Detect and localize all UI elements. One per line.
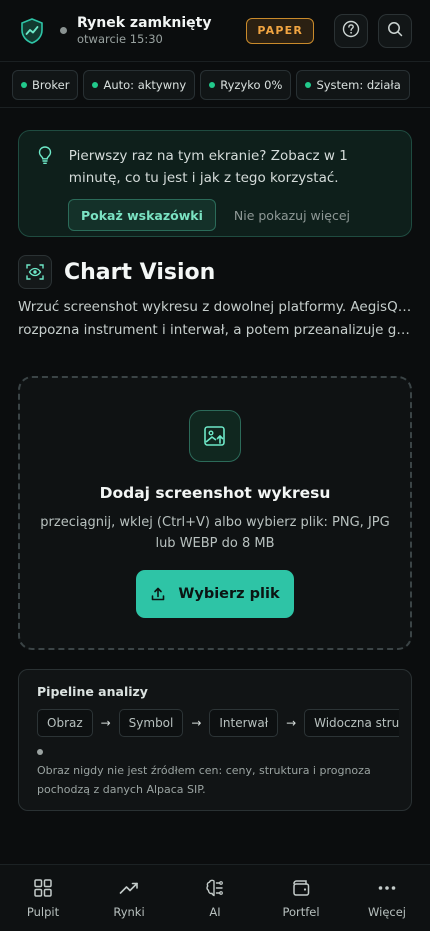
pipeline-step: Interwał [209, 709, 279, 737]
lightbulb-icon [37, 145, 55, 189]
chip-broker[interactable]: Broker [12, 69, 79, 100]
choose-file-button[interactable]: Wybierz plik [136, 570, 294, 618]
onboarding-tip-card: Pierwszy raz na tym ekranie? Zobacz w 1 … [18, 130, 412, 237]
market-open-time: otwarcie 15:30 [77, 31, 163, 46]
eye-scan-icon [18, 255, 52, 289]
pipeline-step: Obraz [37, 709, 93, 737]
scroll-indicator-dot [37, 749, 43, 755]
status-dot [209, 81, 216, 88]
tip-text: Pierwszy raz na tym ekranie? Zobacz w 1 … [68, 148, 348, 186]
nav-item-ai[interactable]: AI [172, 865, 258, 931]
screenshot-dropzone[interactable]: Dodaj screenshot wykresu przeciągnij, wk… [18, 376, 412, 650]
page-title: Chart Vision [64, 259, 216, 285]
brain-icon [206, 879, 223, 897]
arrow-right-icon: → [100, 716, 111, 730]
nav-item-rynki[interactable]: Rynki [86, 865, 172, 931]
search-icon [386, 20, 404, 42]
nav-label: Pulpit [26, 905, 60, 919]
more-icon [378, 886, 396, 890]
pipeline-step: Symbol [118, 709, 184, 737]
bottom-navigation: Pulpit Rynki AI Portfel Więcej [0, 864, 430, 931]
upload-icon [152, 587, 165, 601]
chip-label: Broker [32, 77, 70, 92]
pipeline-note: Obraz nigdy nie jest źródłem cen: ceny, … [37, 764, 371, 796]
page-description: Wrzuć screenshot wykresu z dowolnej plat… [18, 296, 416, 342]
status-dot [21, 81, 27, 88]
nav-item-wiecej[interactable]: Więcej [344, 865, 430, 931]
pipeline-steps[interactable]: Obraz → Symbol → Interwał → Widoczna str… [37, 709, 399, 737]
description-line: rozpozna instrument i interwał, a potem … [18, 322, 416, 338]
paper-mode-badge[interactable]: PAPER [246, 17, 314, 44]
nav-item-portfel[interactable]: Portfel [258, 865, 344, 931]
chip-risk[interactable]: Ryzyko 0% [200, 69, 292, 100]
search-button[interactable] [378, 13, 412, 48]
wallet-icon [293, 880, 310, 896]
chip-system[interactable]: System: działa [296, 69, 410, 100]
status-dot [92, 81, 99, 88]
top-bar: Rynek zamknięty otwarcie 15:30 PAPER [0, 0, 430, 62]
grid-icon [34, 879, 52, 897]
description-line: Wrzuć screenshot wykresu z dowolnej plat… [18, 299, 416, 315]
section-header: Chart Vision [18, 255, 215, 289]
chip-auto[interactable]: Auto: aktywny [83, 69, 196, 100]
trend-icon [119, 882, 138, 894]
system-status-chips: Broker Auto: aktywny Ryzyko 0% System: d… [0, 62, 430, 108]
arrow-right-icon: → [286, 716, 297, 730]
nav-label: Portfel [282, 905, 320, 919]
status-dot [305, 81, 312, 88]
nav-item-pulpit[interactable]: Pulpit [0, 865, 86, 931]
analysis-pipeline-card: Pipeline analizy Obraz → Symbol → Interw… [18, 669, 412, 811]
chip-label: System: działa [316, 77, 401, 92]
nav-label: AI [209, 905, 221, 919]
choose-file-label: Wybierz plik [178, 586, 280, 602]
help-button[interactable] [334, 13, 368, 48]
nav-label: Więcej [368, 905, 406, 919]
show-tips-button[interactable]: Pokaż wskazówki [68, 199, 216, 231]
dropzone-title: Dodaj screenshot wykresu [99, 484, 331, 502]
help-icon [342, 20, 360, 42]
market-status-dot [60, 27, 67, 34]
arrow-right-icon: → [191, 716, 202, 730]
nav-label: Rynki [113, 905, 145, 919]
image-upload-icon [189, 410, 241, 462]
pipeline-step: Widoczna struktura [304, 709, 399, 737]
chip-label: Ryzyko 0% [220, 77, 283, 92]
market-status-title: Rynek zamknięty [77, 14, 212, 31]
pipeline-title: Pipeline analizy [37, 684, 148, 699]
dropzone-subtitle: przeciągnij, wklej (Ctrl+V) albo wybierz… [40, 515, 390, 551]
market-status: Rynek zamknięty otwarcie 15:30 [77, 15, 212, 47]
chip-label: Auto: aktywny [103, 77, 187, 92]
dont-show-again-link[interactable]: Nie pokazuj więcej [234, 208, 350, 223]
shield-chart-logo-icon [18, 17, 46, 45]
